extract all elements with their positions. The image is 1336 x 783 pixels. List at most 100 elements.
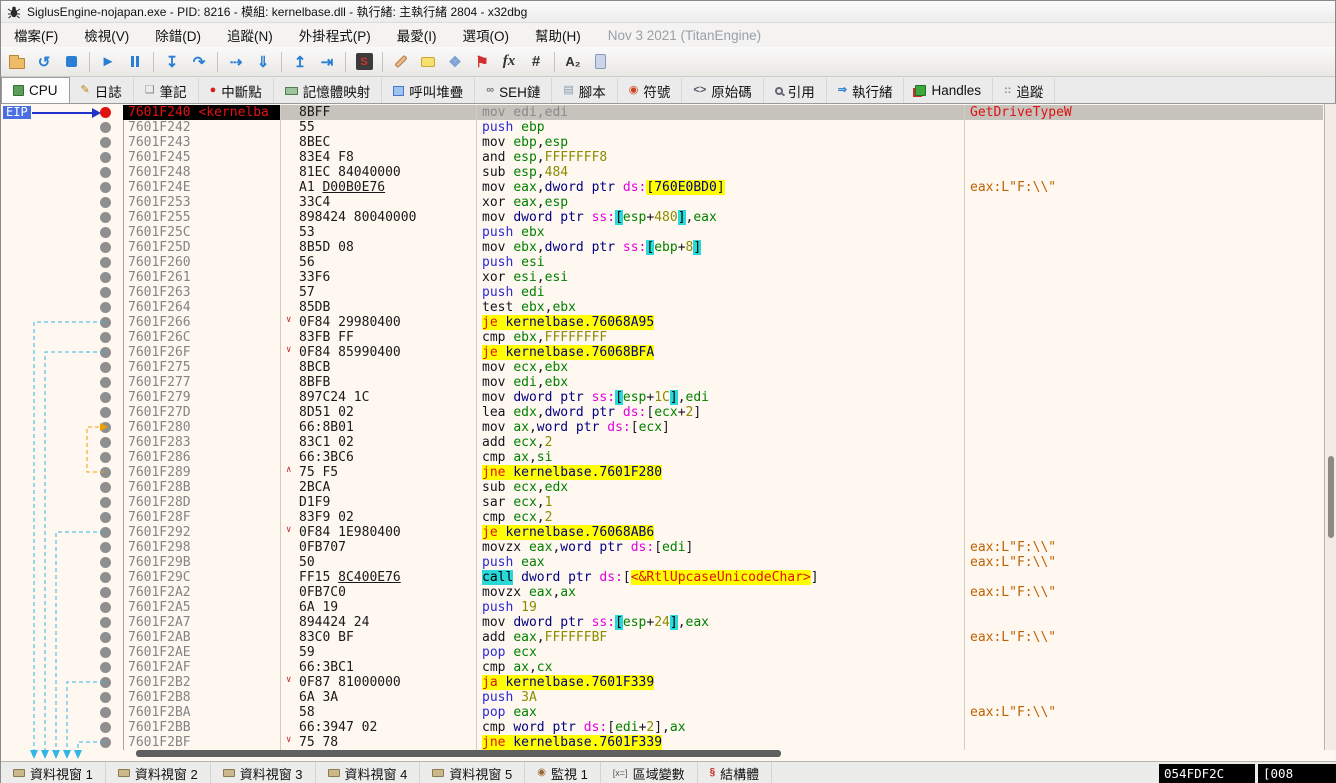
pause-icon[interactable] — [123, 50, 147, 74]
comments-icon[interactable] — [416, 50, 440, 74]
disasm-row[interactable]: 7601F26C83FB FFcmp ebx,FFFFFFFF — [1, 330, 1336, 345]
tab-cpu[interactable]: CPU — [1, 77, 70, 103]
horizontal-scrollbar-thumb[interactable] — [136, 750, 781, 757]
disasm-row[interactable]: 7601F24255push ebp — [1, 120, 1336, 135]
row-dot[interactable] — [100, 677, 111, 688]
tab-script[interactable]: ▤ 腳本 — [552, 78, 617, 103]
menu-plugins[interactable]: 外掛程式(P) — [286, 22, 384, 48]
row-dot[interactable] — [100, 212, 111, 223]
stop-icon[interactable] — [59, 50, 83, 74]
row-dot[interactable] — [100, 377, 111, 388]
tab-trace[interactable]: :: 追蹤 — [993, 78, 1055, 103]
tab-dump-1[interactable]: 資料視窗 1 — [1, 762, 106, 783]
run-to-cursor-icon[interactable]: ⇢ — [224, 50, 248, 74]
menu-debug[interactable]: 除錯(D) — [142, 22, 214, 48]
row-dot[interactable] — [100, 632, 111, 643]
vertical-scrollbar[interactable] — [1324, 104, 1336, 750]
breakpoint-dot[interactable] — [100, 107, 111, 118]
disasm-row[interactable]: 7601F29B50push eaxeax:L"F:\\" — [1, 555, 1336, 570]
row-dot[interactable] — [100, 572, 111, 583]
tab-struct[interactable]: § 結構體 — [698, 762, 773, 783]
tab-references[interactable]: 引用 — [764, 78, 827, 103]
disasm-row[interactable]: 7601F292∨0F84 1E980400je kernelbase.7606… — [1, 525, 1336, 540]
row-dot[interactable] — [100, 362, 111, 373]
row-dot[interactable] — [100, 437, 111, 448]
row-dot[interactable] — [100, 272, 111, 283]
disasm-row[interactable]: 7601F26056push esi — [1, 255, 1336, 270]
row-dot[interactable] — [100, 662, 111, 673]
tab-dump-2[interactable]: 資料視窗 2 — [106, 762, 211, 783]
tab-symbols[interactable]: ◉ 符號 — [618, 78, 683, 103]
tab-seh-chain[interactable]: ∞ SEH鏈 — [475, 78, 552, 103]
row-dot[interactable] — [100, 557, 111, 568]
disasm-row[interactable]: 7601F28383C1 02add ecx,2 — [1, 435, 1336, 450]
row-dot[interactable] — [100, 197, 111, 208]
tab-watch-1[interactable]: ◉ 監視 1 — [525, 762, 601, 783]
disasm-row[interactable]: 7601F2980FB707movzx eax,word ptr ds:[edi… — [1, 540, 1336, 555]
row-dot[interactable] — [100, 422, 111, 433]
row-dot[interactable] — [100, 137, 111, 148]
disasm-row[interactable]: 7601F26485DBtest ebx,ebx — [1, 300, 1336, 315]
title-bar[interactable]: SiglusEngine-nojapan.exe - PID: 8216 - 模… — [1, 1, 1335, 23]
menu-options[interactable]: 選項(O) — [450, 22, 523, 48]
tab-breakpoints[interactable]: ● 中斷點 — [199, 78, 274, 103]
disasm-row[interactable]: 7601F25D8B5D 08mov ebx,dword ptr ss:[ebp… — [1, 240, 1336, 255]
labels-icon[interactable]: ❖ — [443, 50, 467, 74]
disasm-row[interactable]: 7601F289∧75 F5jne kernelbase.7601F280 — [1, 465, 1336, 480]
disasm-row[interactable]: 7601F2A56A 19push 19 — [1, 600, 1336, 615]
disasm-row[interactable]: 7601F266∨0F84 29980400je kernelbase.7606… — [1, 315, 1336, 330]
disasm-row[interactable]: 7601F26357push edi — [1, 285, 1336, 300]
row-dot[interactable] — [100, 302, 111, 313]
row-dot[interactable] — [100, 332, 111, 343]
disasm-row[interactable]: 7601F2AB83C0 BFadd eax,FFFFFFBFeax:L"F:\… — [1, 630, 1336, 645]
scylla-plugin-icon[interactable]: S — [352, 50, 376, 74]
row-dot[interactable] — [100, 167, 111, 178]
disasm-row[interactable]: 7601F2A20FB7C0movzx eax,axeax:L"F:\\" — [1, 585, 1336, 600]
row-dot[interactable] — [100, 617, 111, 628]
disasm-row[interactable]: 7601F26F∨0F84 85990400je kernelbase.7606… — [1, 345, 1336, 360]
disasm-row[interactable]: 7601F27D8D51 02lea edx,dword ptr ds:[ecx… — [1, 405, 1336, 420]
row-dot[interactable] — [100, 542, 111, 553]
font-size-icon[interactable]: A₂ — [561, 50, 585, 74]
row-dot[interactable] — [100, 182, 111, 193]
tab-notes[interactable]: ❏ 筆記 — [134, 78, 199, 103]
tab-threads[interactable]: ⇒ 執行緒 — [827, 78, 905, 103]
open-file-icon[interactable] — [5, 50, 29, 74]
row-dot[interactable] — [100, 737, 111, 748]
disasm-row[interactable]: 7601F25C53push ebx — [1, 225, 1336, 240]
row-dot[interactable] — [100, 452, 111, 463]
execute-till-return-icon[interactable]: ⇓ — [251, 50, 275, 74]
menu-favourites[interactable]: 最愛(I) — [384, 22, 450, 48]
menu-trace[interactable]: 追蹤(N) — [214, 22, 286, 48]
disasm-row[interactable]: 7601F2B2∨0F87 81000000ja kernelbase.7601… — [1, 675, 1336, 690]
tab-dump-4[interactable]: 資料視窗 4 — [316, 762, 421, 783]
disasm-row[interactable]: 7601F28666:3BC6cmp ax,si — [1, 450, 1336, 465]
row-dot[interactable] — [100, 317, 111, 328]
step-into-icon[interactable]: ↧ — [160, 50, 184, 74]
row-dot[interactable] — [100, 497, 111, 508]
tab-dump-3[interactable]: 資料視窗 3 — [211, 762, 316, 783]
row-dot[interactable] — [100, 257, 111, 268]
row-dot[interactable] — [100, 122, 111, 133]
row-dot[interactable] — [100, 227, 111, 238]
row-dot[interactable] — [100, 347, 111, 358]
fx-icon[interactable]: fx — [497, 50, 521, 74]
row-dot[interactable] — [100, 407, 111, 418]
step-out-icon[interactable]: ↥ — [288, 50, 312, 74]
disasm-row[interactable]: 7601F2BF∨75 78jne kernelbase.7601F339 — [1, 735, 1336, 750]
row-dot[interactable] — [100, 587, 111, 598]
disassembly-pane[interactable]: 7601F240 <kernelba8BFFmov edi,ediGetDriv… — [1, 103, 1336, 761]
disasm-row[interactable]: 7601F2758BCBmov ecx,ebx — [1, 360, 1336, 375]
disasm-row[interactable]: 7601F2BB66:3947 02cmp word ptr ds:[edi+2… — [1, 720, 1336, 735]
run-icon[interactable]: ► — [96, 50, 120, 74]
disasm-row[interactable]: 7601F24583E4 F8and esp,FFFFFFF8 — [1, 150, 1336, 165]
tab-source[interactable]: <> 原始碼 — [682, 78, 763, 103]
row-dot[interactable] — [100, 527, 111, 538]
tab-call-stack[interactable]: 呼叫堆疊 — [382, 78, 475, 103]
disasm-row[interactable]: 7601F29CFF15 8C400E76call dword ptr ds:[… — [1, 570, 1336, 585]
disasm-row[interactable]: 7601F2438BECmov ebp,esp — [1, 135, 1336, 150]
disasm-row[interactable]: 7601F28DD1F9sar ecx,1 — [1, 495, 1336, 510]
disasm-row[interactable]: 7601F26133F6xor esi,esi — [1, 270, 1336, 285]
disasm-row[interactable]: 7601F28B2BCAsub ecx,edx — [1, 480, 1336, 495]
disasm-row[interactable]: 7601F2BA58pop eaxeax:L"F:\\" — [1, 705, 1336, 720]
